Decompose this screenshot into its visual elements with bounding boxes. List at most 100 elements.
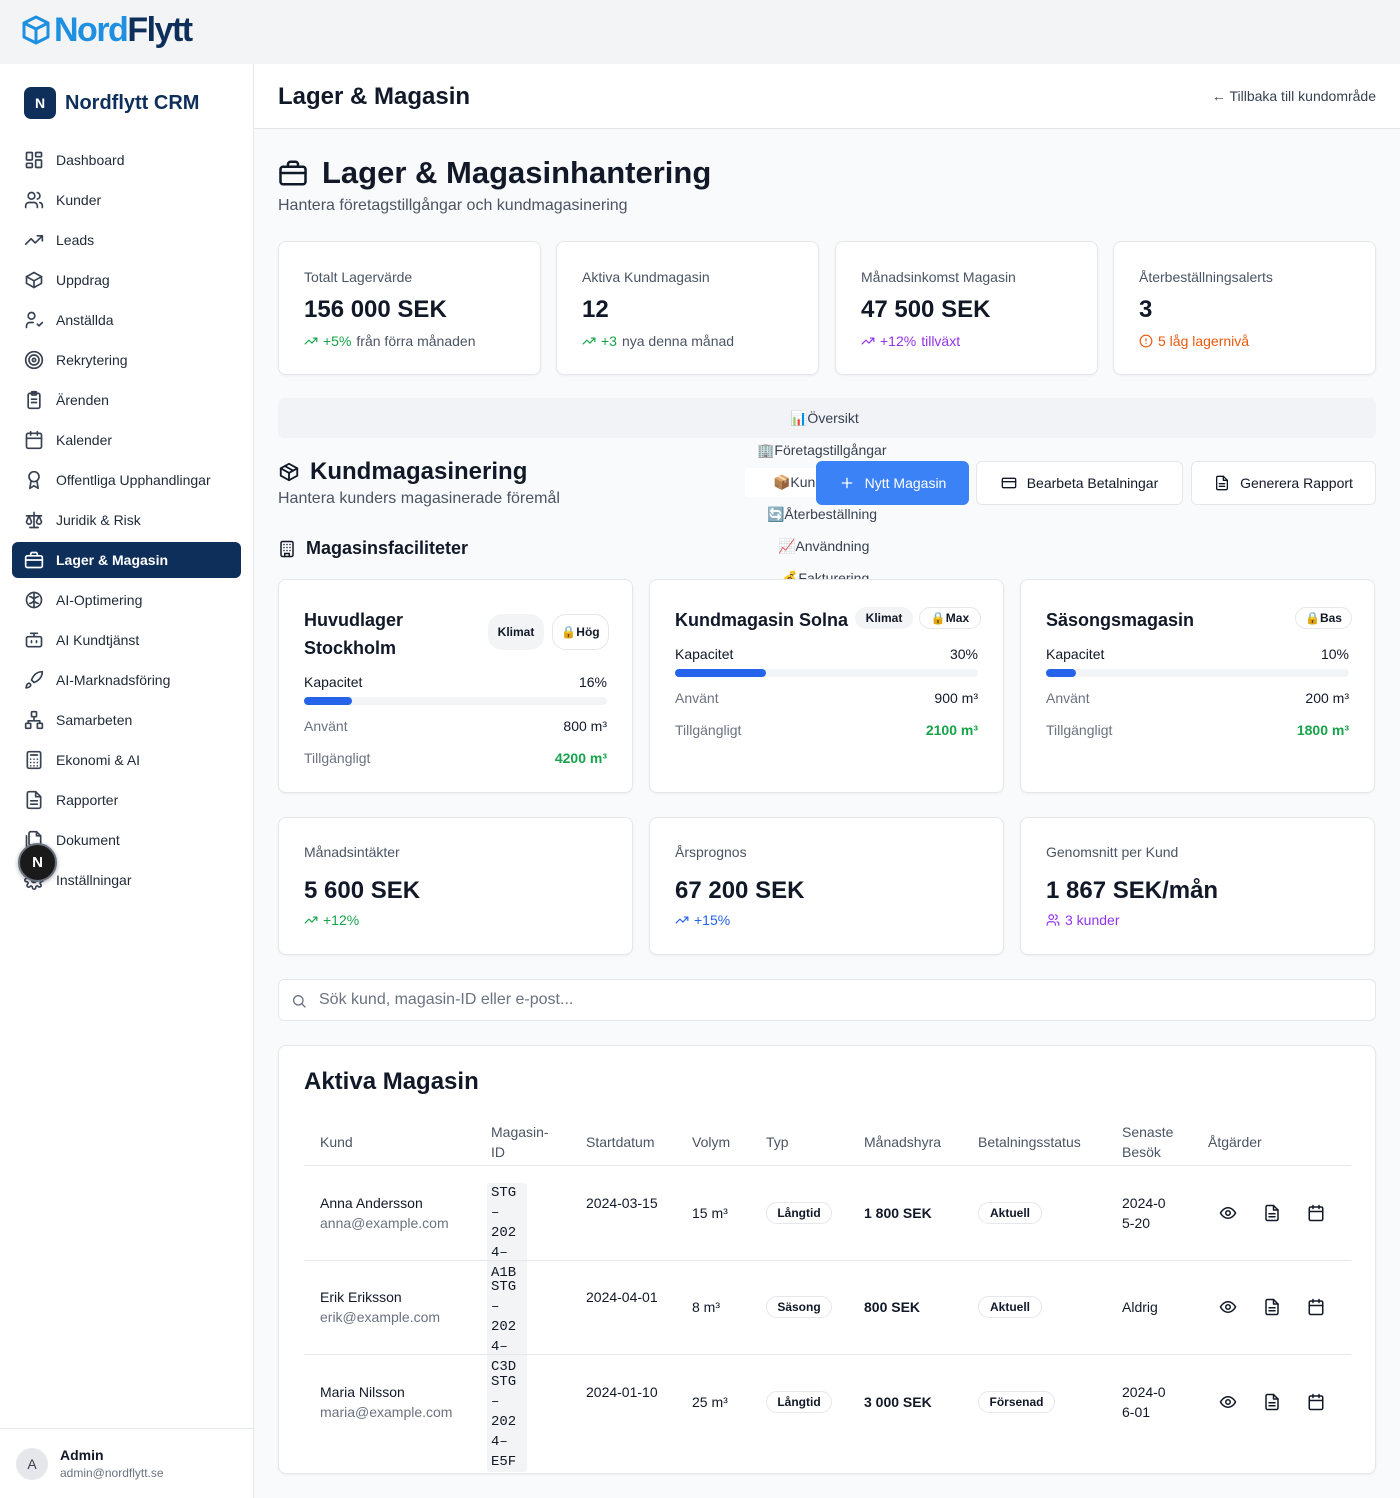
schedule-visit-icon[interactable] [1307, 1393, 1325, 1411]
stat-value: 3 [1139, 296, 1153, 323]
view-icon[interactable] [1219, 1393, 1237, 1411]
revenue-trend: +12% [304, 912, 359, 928]
sidebar-item-label: Dashboard [56, 152, 125, 168]
customer-email: anna@example.com [320, 1215, 449, 1231]
revenue-label: Genomsnitt per Kund [1046, 844, 1179, 860]
used-value: 900 m³ [934, 690, 978, 706]
column-header-startdatum[interactable]: Startdatum [586, 1132, 676, 1152]
available-label: Tillgängligt [1046, 722, 1113, 738]
stat-delta: +12% [880, 333, 917, 349]
sidebar-brand[interactable]: N Nordflytt CRM [24, 87, 199, 119]
facility-card-huvudlager-stockholm[interactable]: Huvudlager Stockholm Klimat 🔒Hög Kapacitet 1… [278, 579, 633, 793]
sidebar-item-ai-marknadsforing[interactable]: AI-Marknadsföring [12, 662, 241, 698]
package-icon [279, 462, 299, 482]
schedule-visit-icon[interactable] [1307, 1204, 1325, 1222]
tab-oversikt[interactable]: 📊Översikt [790, 410, 859, 427]
sidebar-item-dashboard[interactable]: Dashboard [12, 142, 241, 178]
invoice-icon[interactable] [1263, 1204, 1281, 1222]
process-payments-button[interactable]: Bearbeta Betalningar [976, 461, 1183, 505]
storage-type-badge: Långtid [766, 1391, 832, 1413]
stat-card-totalt-lagervarde: Totalt Lagervärde 156 000 SEK +5% från förr… [278, 241, 541, 375]
storage-id: STG– 2024– E5F [487, 1372, 527, 1472]
facility-card-sasongsmagasin[interactable]: Säsongsmagasin 🔒Bas Kapacitet 10% Använt 200 … [1020, 579, 1375, 793]
section-subtitle: Hantera kunders magasinerade föremål [278, 490, 560, 507]
security-badge: 🔒Bas [1295, 607, 1352, 629]
capacity-bar-fill [675, 669, 766, 677]
dev-overlay-badge[interactable]: N [18, 843, 57, 882]
view-icon[interactable] [1219, 1298, 1237, 1316]
brand-badge: N [24, 87, 56, 119]
customer-email: erik@example.com [320, 1309, 441, 1325]
facility-card-kundmagasin-solna[interactable]: Kundmagasin Solna Klimat 🔒Max Kapacitet 30% A… [649, 579, 1004, 793]
column-header-kund[interactable]: Kund [320, 1132, 440, 1152]
sidebar-item-label: AI-Optimering [56, 592, 143, 608]
tab-fakturering[interactable]: 💰Fakturering [781, 570, 869, 579]
sidebar-item-label: Ekonomi & AI [56, 752, 141, 768]
sidebar-item-samarbeten[interactable]: Samarbeten [12, 702, 241, 738]
sidebar-item-arenden[interactable]: Ärenden [12, 382, 241, 418]
tab-anvandning[interactable]: 📈Användning [778, 538, 869, 555]
sidebar-item-kalender[interactable]: Kalender [12, 422, 241, 458]
column-header-magasin-id[interactable]: Magasin-ID [491, 1122, 561, 1162]
sidebar-item-ekonomi-ai[interactable]: Ekonomi & AI [12, 742, 241, 778]
sidebar-item-juridik-risk[interactable]: Juridik & Risk [12, 502, 241, 538]
bot-icon [25, 632, 43, 648]
sidebar-item-label: Samarbeten [56, 712, 133, 728]
stat-label: Återbeställningsalerts [1139, 269, 1273, 285]
schedule-visit-icon[interactable] [1307, 1298, 1325, 1316]
sidebar-item-rapporter[interactable]: Rapporter [12, 782, 241, 818]
revenue-card-manadsintakter: Månadsintäkter 5 600 SEK +12% [278, 817, 633, 955]
column-header-typ[interactable]: Typ [766, 1132, 846, 1152]
sidebar-item-ai-optimering[interactable]: AI-Optimering [12, 582, 241, 618]
generate-report-button[interactable]: Generera Rapport [1191, 461, 1376, 505]
search-bar[interactable] [278, 979, 1376, 1021]
capacity-bar [304, 697, 607, 705]
users-icon [24, 191, 44, 209]
revenue-label: Månadsintäkter [304, 844, 400, 860]
column-header-betalningsstatus[interactable]: Betalningsstatus [978, 1132, 1108, 1152]
revenue-trend: +15% [675, 912, 730, 928]
capacity-value: 30% [949, 646, 978, 662]
network-icon [24, 710, 44, 730]
column-header-atgarder[interactable]: Åtgärder [1208, 1132, 1288, 1152]
back-to-customer-area-link[interactable]: ← Tillbaka till kundområde [1212, 88, 1376, 104]
tab-foretagstillgangar[interactable]: 🏢Företagstillgångar [757, 442, 887, 459]
sidebar-item-leads[interactable]: Leads [12, 222, 241, 258]
capacity-label: Kapacitet [675, 646, 734, 662]
view-icon[interactable] [1219, 1204, 1237, 1222]
search-input[interactable] [319, 980, 1359, 1020]
revenue-value: 67 200 SEK [675, 877, 805, 904]
invoice-icon[interactable] [1263, 1298, 1281, 1316]
tab-aterbestallning[interactable]: 🔄Återbeställning [767, 506, 877, 523]
sidebar-item-label: AI-Marknadsföring [56, 672, 171, 688]
nordflytt-logo[interactable]: NordFlytt [22, 12, 193, 48]
sidebar-item-ai-kundtjanst[interactable]: AI Kundtjänst [12, 622, 241, 658]
trending-up-icon [675, 916, 689, 924]
sidebar-item-label: Ärenden [56, 392, 109, 408]
sidebar-item-kunder[interactable]: Kunder [12, 182, 241, 218]
user-profile[interactable]: A Admin admin@nordflytt.se [0, 1428, 254, 1498]
climate-badge: Klimat [488, 614, 544, 650]
sidebar-item-lager-magasin[interactable]: Lager & Magasin [12, 542, 241, 578]
page-subtitle: Hantera företagstillgångar och kundmagas… [278, 197, 628, 214]
customer-name: Maria Nilsson [320, 1384, 405, 1400]
customer-name: Erik Eriksson [320, 1289, 402, 1305]
security-badge: 🔒Max [919, 607, 981, 629]
new-storage-button[interactable]: Nytt Magasin [816, 461, 969, 505]
sidebar-item-uppdrag[interactable]: Uppdrag [12, 262, 241, 298]
column-header-manadshyra[interactable]: Månadshyra [864, 1132, 964, 1152]
capacity-bar [675, 669, 978, 677]
file-text-icon [26, 790, 42, 810]
page-heading: Lager & Magasinhantering [278, 155, 711, 191]
sidebar-item-label: Juridik & Risk [56, 512, 141, 528]
sidebar-item-offentliga-upphandlingar[interactable]: Offentliga Upphandlingar [12, 462, 241, 498]
start-date: 2024-04-01 [586, 1289, 658, 1305]
sidebar-item-anstallda[interactable]: Anställda [12, 302, 241, 338]
plus-icon [841, 477, 852, 489]
rocket-icon [25, 670, 44, 689]
facilities-heading: Magasinsfaciliteter [278, 538, 468, 559]
invoice-icon[interactable] [1263, 1393, 1281, 1411]
column-header-senaste-besok[interactable]: Senaste Besök [1122, 1122, 1186, 1162]
column-header-volym[interactable]: Volym [692, 1132, 752, 1152]
sidebar-item-rekrytering[interactable]: Rekrytering [12, 342, 241, 378]
